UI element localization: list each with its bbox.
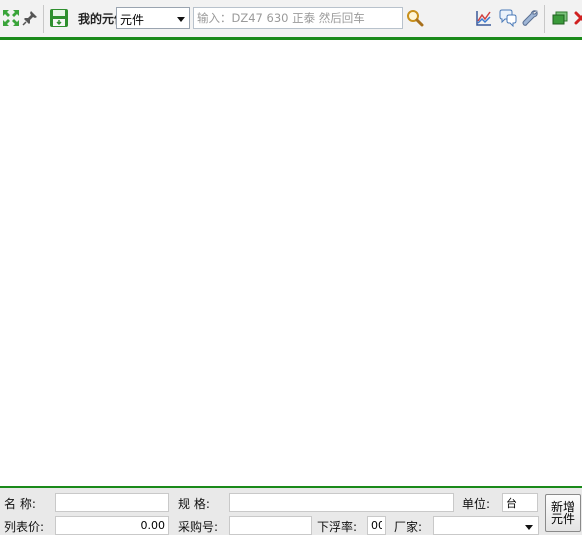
window-icon[interactable] [549, 6, 571, 30]
name-label: 名 称: [4, 497, 36, 511]
main-toolbar: 我的元件 元件 [0, 0, 582, 38]
discount-label: 下浮率: [317, 520, 358, 534]
save-icon[interactable] [48, 6, 70, 30]
chart-icon[interactable] [473, 6, 495, 30]
purchase-no-label: 采购号: [178, 520, 219, 534]
close-icon[interactable] [570, 6, 582, 30]
search-icon[interactable] [404, 6, 426, 30]
maker-select[interactable] [433, 516, 539, 535]
chat-icon[interactable] [497, 6, 519, 30]
toolbar-divider [43, 5, 44, 33]
unit-field[interactable] [502, 493, 538, 512]
list-price-label: 列表价: [4, 520, 45, 534]
spec-label: 规 格: [178, 497, 210, 511]
maker-label: 厂家: [394, 520, 423, 534]
chevron-down-icon [525, 525, 533, 530]
purchase-no-field[interactable] [229, 516, 312, 535]
wrench-icon[interactable] [519, 6, 541, 30]
discount-field[interactable] [367, 516, 386, 535]
pin-icon[interactable] [19, 6, 41, 30]
name-field[interactable] [55, 493, 169, 512]
my-components-label[interactable]: 我的元件 [78, 10, 118, 27]
add-component-label: 新增元件 [550, 500, 575, 526]
unit-label: 单位: [462, 497, 491, 511]
category-select-value: 元件 [120, 13, 145, 27]
add-component-button[interactable]: 新增元件 [545, 494, 581, 532]
chevron-down-icon [177, 17, 185, 22]
search-input[interactable] [193, 7, 403, 29]
list-price-field[interactable] [55, 516, 169, 535]
toolbar-divider [544, 5, 545, 33]
category-select[interactable]: 元件 [116, 7, 190, 29]
component-list-area[interactable] [0, 40, 582, 485]
spec-field[interactable] [229, 493, 454, 512]
